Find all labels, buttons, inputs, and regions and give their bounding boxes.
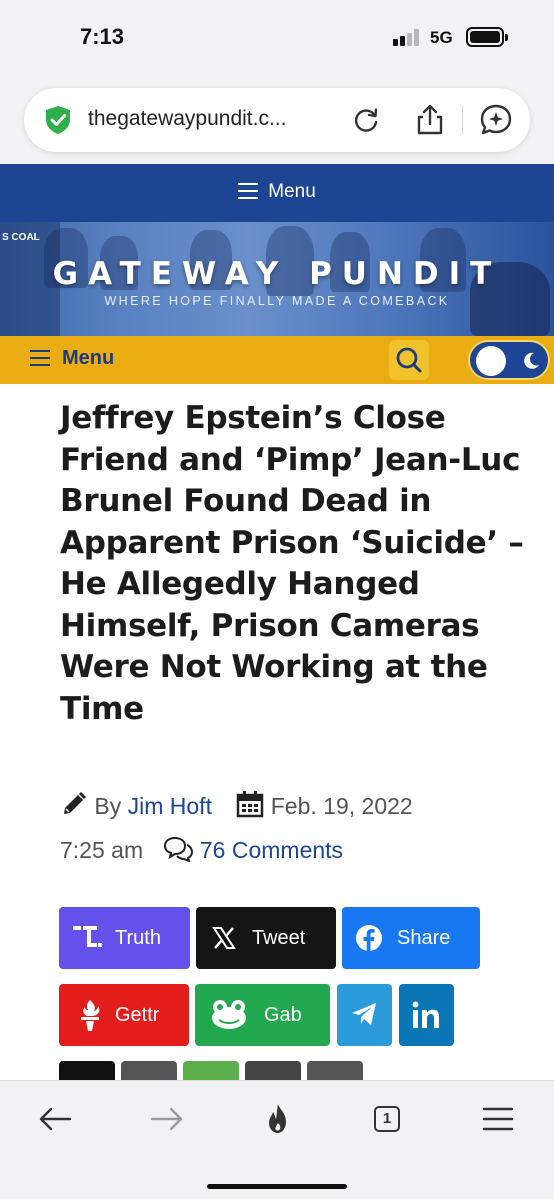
calendar-icon: [237, 791, 264, 818]
toggle-knob: [476, 346, 506, 376]
article-title: Jeffrey Epstein’s Close Friend and ‘Pimp…: [60, 400, 524, 727]
x-logo-icon: [212, 927, 236, 949]
banner-sign-text: S COAL: [2, 232, 40, 243]
gettr-share-button[interactable]: Gettr: [59, 984, 189, 1046]
url-text[interactable]: thegatewaypundit.c...: [88, 107, 286, 131]
tabs-button[interactable]: 1: [366, 1101, 410, 1137]
privacy-shield-icon[interactable]: [42, 104, 74, 136]
gab-share-label: Gab: [264, 1004, 302, 1026]
home-indicator: [207, 1184, 347, 1189]
publish-time: 7:25 am: [60, 837, 144, 863]
publish-date: Feb. 19, 2022: [270, 793, 413, 819]
linkedin-icon: [412, 1001, 439, 1028]
comments-icon: [163, 836, 193, 862]
article-byline: By Jim Hoft Feb. 19, 2022: [60, 790, 413, 820]
top-menu-button[interactable]: Menu: [0, 181, 554, 203]
battery-icon: [466, 27, 508, 47]
browser-url-area: thegatewaypundit.c...: [0, 76, 554, 164]
hamburger-icon: [238, 183, 259, 199]
top-menu-label: Menu: [268, 181, 316, 202]
facebook-share-button[interactable]: Share: [342, 907, 480, 969]
flame-icon[interactable]: [256, 1101, 300, 1137]
site-tagline: WHERE HOPE FINALLY MADE A COMEBACK: [104, 294, 450, 308]
article-meta-secondary: 7:25 am 76 Comments: [60, 836, 343, 864]
moon-icon: [524, 352, 539, 369]
status-time: 7:13: [80, 24, 125, 49]
secondary-menu-button[interactable]: Menu: [30, 347, 114, 370]
menu-icon[interactable]: [476, 1101, 520, 1137]
back-arrow-icon[interactable]: [34, 1101, 78, 1137]
assistant-chat-icon[interactable]: [478, 102, 514, 138]
top-menu-bar: Menu: [0, 164, 554, 222]
pencil-icon: [64, 792, 86, 814]
browser-bottom-toolbar: 1: [0, 1080, 554, 1199]
author-link[interactable]: Jim Hoft: [128, 793, 212, 819]
comments-link[interactable]: 76 Comments: [200, 837, 343, 863]
search-icon: [396, 347, 422, 373]
search-button[interactable]: [389, 340, 429, 380]
share-icon[interactable]: [412, 102, 448, 138]
tweet-share-label: Tweet: [252, 927, 306, 949]
telegram-icon: [352, 1003, 376, 1025]
secondary-menu-label: Menu: [62, 347, 115, 369]
by-label: By: [94, 793, 122, 819]
tweet-share-button[interactable]: Tweet: [196, 907, 336, 969]
truth-social-icon: [73, 926, 102, 947]
truth-share-label: Truth: [115, 927, 161, 949]
forward-arrow-icon[interactable]: [144, 1101, 188, 1137]
reload-icon[interactable]: [348, 102, 384, 138]
hamburger-icon: [30, 350, 50, 366]
truth-share-button[interactable]: Truth: [59, 907, 190, 969]
dark-mode-toggle[interactable]: [468, 340, 550, 380]
linkedin-share-button[interactable]: [399, 984, 454, 1046]
status-bar: 7:13 5G: [0, 0, 554, 76]
gettr-torch-icon: [81, 1000, 100, 1031]
facebook-share-label: Share: [397, 927, 451, 949]
telegram-share-button[interactable]: [337, 984, 392, 1046]
address-bar[interactable]: thegatewaypundit.c...: [24, 88, 530, 152]
network-type: 5G: [430, 28, 453, 47]
signal-icon: [393, 28, 423, 46]
url-bar-divider: [462, 106, 463, 134]
gab-share-button[interactable]: Gab: [195, 984, 330, 1046]
gab-frog-icon: [212, 1000, 246, 1029]
page: 7:13 5G thegatewaypundit.c... Menu S COA…: [0, 0, 554, 1199]
gettr-share-label: Gettr: [115, 1004, 160, 1026]
secondary-menu-bar: Menu: [0, 336, 554, 384]
site-banner[interactable]: S COAL GATEWAY PUNDIT WHERE HOPE FINALLY…: [0, 222, 554, 336]
facebook-icon: [356, 925, 382, 951]
tabs-count: 1: [374, 1106, 400, 1132]
site-logo-title: GATEWAY PUNDIT: [52, 256, 502, 292]
